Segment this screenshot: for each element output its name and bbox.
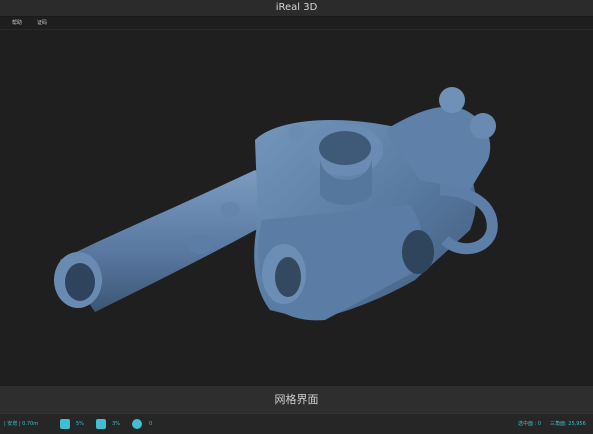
status-item3-value: 0 xyxy=(149,421,153,427)
3d-viewport[interactable] xyxy=(0,30,593,386)
status-points: 选中面 : 0 xyxy=(518,421,542,427)
caption-text: 网格界面 xyxy=(274,393,319,406)
status-item1-value: 5% xyxy=(76,421,84,427)
status-mesh-count: 三角面: 25,956 xyxy=(550,421,586,427)
menu-item-code[interactable]: 证码 xyxy=(37,17,47,29)
camera-icon[interactable] xyxy=(96,419,106,429)
status-distance: | 安增 | 0.70m xyxy=(4,421,39,427)
status-bar: | 安增 | 0.70m 5% 3% 0 选中面 : 0 三角面: 25,956 xyxy=(0,413,593,434)
mesh-caption: 网格界面 xyxy=(0,386,593,413)
scanned-model[interactable] xyxy=(0,30,593,386)
window-title: iReal 3D xyxy=(275,2,318,13)
menu-bar: 帮助 证码 xyxy=(0,17,593,30)
target-icon[interactable] xyxy=(132,419,142,429)
title-bar: iReal 3D xyxy=(0,0,593,17)
status-item2-value: 3% xyxy=(112,421,120,427)
layer-icon[interactable] xyxy=(60,419,70,429)
menu-item-help[interactable]: 帮助 xyxy=(12,17,22,29)
